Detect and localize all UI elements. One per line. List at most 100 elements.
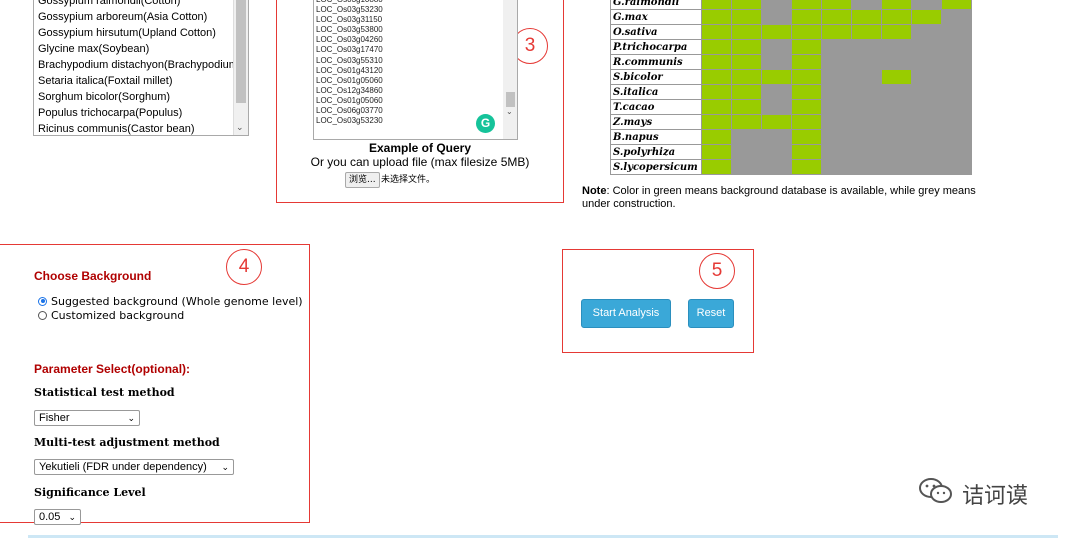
grammarly-icon[interactable]: G (476, 114, 495, 133)
radio-unchecked-icon[interactable] (38, 310, 47, 320)
cell-under-construction (941, 69, 972, 85)
cell-under-construction (881, 39, 912, 55)
cell-available (731, 0, 762, 10)
cell-under-construction (851, 129, 882, 145)
cell-under-construction (821, 129, 852, 145)
species-option[interactable]: Sorghum bicolor(Sorghum) (34, 89, 248, 105)
radio-customized-background[interactable]: Customized background (38, 308, 184, 322)
cell-under-construction (821, 39, 852, 55)
annotation-5: 5 (699, 253, 735, 289)
species-option[interactable]: Ricinus communis(Castor bean) (34, 121, 248, 135)
species-option[interactable]: Gossypium hirsutum(Upland Cotton) (34, 25, 248, 41)
wechat-icon (919, 478, 952, 503)
multi-test-label: Multi-test adjustment method (34, 436, 220, 449)
query-line: LOC_Os03g55310 (316, 55, 383, 65)
cell-under-construction (761, 144, 792, 160)
species-row: G.raimondii (610, 0, 972, 10)
query-scrollbar[interactable]: ⌄ (503, 0, 517, 139)
cell-available (791, 129, 822, 145)
species-list[interactable]: Gossypium raimondii(Cotton) Gossypium arb… (33, 0, 249, 136)
radio-checked-icon[interactable] (38, 296, 47, 306)
note-text: : Color in green means background databa… (582, 185, 976, 210)
species-row: S.lycopersicum (610, 159, 972, 175)
query-line: LOC_Os03g31150 (316, 15, 383, 25)
species-row: G.max (610, 9, 972, 25)
cell-available (731, 69, 762, 85)
cell-available (761, 114, 792, 130)
select-value: 0.05 (39, 511, 61, 523)
cell-under-construction (851, 159, 882, 175)
species-row: B.napus (610, 129, 972, 145)
cell-available (791, 84, 822, 100)
species-option[interactable]: Gossypium arboreum(Asia Cotton) (34, 9, 248, 25)
cell-under-construction (821, 84, 852, 100)
cell-under-construction (881, 99, 912, 115)
annotation-4: 4 (226, 249, 262, 285)
species-list-scrollbar[interactable]: ⌄ (233, 0, 248, 135)
query-line: LOC_Os03g53800 (316, 25, 383, 35)
cell-under-construction (821, 144, 852, 160)
species-option[interactable]: Glycine max(Soybean) (34, 41, 248, 57)
cell-under-construction (941, 99, 972, 115)
query-line: LOC_Os01g05060 (316, 95, 383, 105)
species-row: S.italica (610, 84, 972, 100)
cell-under-construction (881, 114, 912, 130)
cell-under-construction (851, 0, 882, 10)
cell-available (761, 24, 792, 40)
cell-available (791, 159, 822, 175)
species-option[interactable]: Populus trichocarpa(Populus) (34, 105, 248, 121)
cell-available (791, 144, 822, 160)
significance-select[interactable]: 0.05 ⌄ (34, 509, 81, 525)
cell-available (701, 144, 732, 160)
cell-under-construction (821, 69, 852, 85)
species-name: S.italica (610, 84, 702, 100)
upload-hint: Or you can upload file (max filesize 5MB… (310, 155, 530, 169)
query-line: LOC_Os03g17470 (316, 45, 383, 55)
species-name: P.trichocarpa (610, 39, 702, 55)
species-option[interactable]: Brachypodium distachyon(Brachypodium) (34, 57, 248, 73)
reset-button[interactable]: Reset (688, 299, 734, 328)
cell-available (731, 99, 762, 115)
radio-label: Suggested background (Whole genome level… (51, 294, 303, 308)
multi-test-select[interactable]: Yekutieli (FDR under dependency) ⌄ (34, 459, 234, 475)
cell-under-construction (941, 114, 972, 130)
cell-under-construction (911, 24, 942, 40)
parameter-section-highlight (0, 244, 310, 523)
species-option[interactable]: Gossypium raimondii(Cotton) (34, 0, 248, 9)
note-label: Note (582, 185, 607, 197)
cell-available (731, 54, 762, 70)
scrollbar-thumb[interactable] (506, 92, 515, 107)
cell-under-construction (941, 9, 972, 25)
cell-under-construction (941, 54, 972, 70)
browse-button[interactable]: 浏览... (345, 172, 380, 188)
stat-method-select[interactable]: Fisher ⌄ (34, 410, 140, 426)
cell-under-construction (911, 159, 942, 175)
species-option[interactable]: Setaria italica(Foxtail millet) (34, 73, 248, 89)
cell-under-construction (911, 144, 942, 160)
chevron-down-icon: ⌄ (68, 512, 76, 522)
chevron-down-icon: ⌄ (127, 413, 135, 423)
cell-under-construction (941, 159, 972, 175)
cell-under-construction (731, 159, 762, 175)
chevron-down-icon[interactable]: ⌄ (236, 123, 244, 133)
cell-available (941, 0, 972, 10)
scrollbar-thumb[interactable] (236, 0, 246, 103)
cell-available (701, 24, 732, 40)
query-line: LOC_Os12g34860 (316, 85, 383, 95)
radio-suggested-background[interactable]: Suggested background (Whole genome level… (38, 294, 303, 308)
cell-available (701, 159, 732, 175)
chevron-down-icon[interactable]: ⌄ (506, 107, 513, 116)
cell-under-construction (881, 159, 912, 175)
watermark-text: 诘诃谟 (962, 484, 1029, 509)
parameter-select-title: Parameter Select(optional): (34, 362, 191, 376)
cell-under-construction (821, 159, 852, 175)
cell-available (791, 0, 822, 10)
example-query-link[interactable]: Example of Query (278, 141, 562, 155)
cell-under-construction (731, 144, 762, 160)
species-row: T.cacao (610, 99, 972, 115)
start-analysis-button[interactable]: Start Analysis (581, 299, 671, 328)
cell-under-construction (761, 39, 792, 55)
cell-under-construction (911, 54, 942, 70)
cell-under-construction (941, 129, 972, 145)
cell-under-construction (731, 129, 762, 145)
